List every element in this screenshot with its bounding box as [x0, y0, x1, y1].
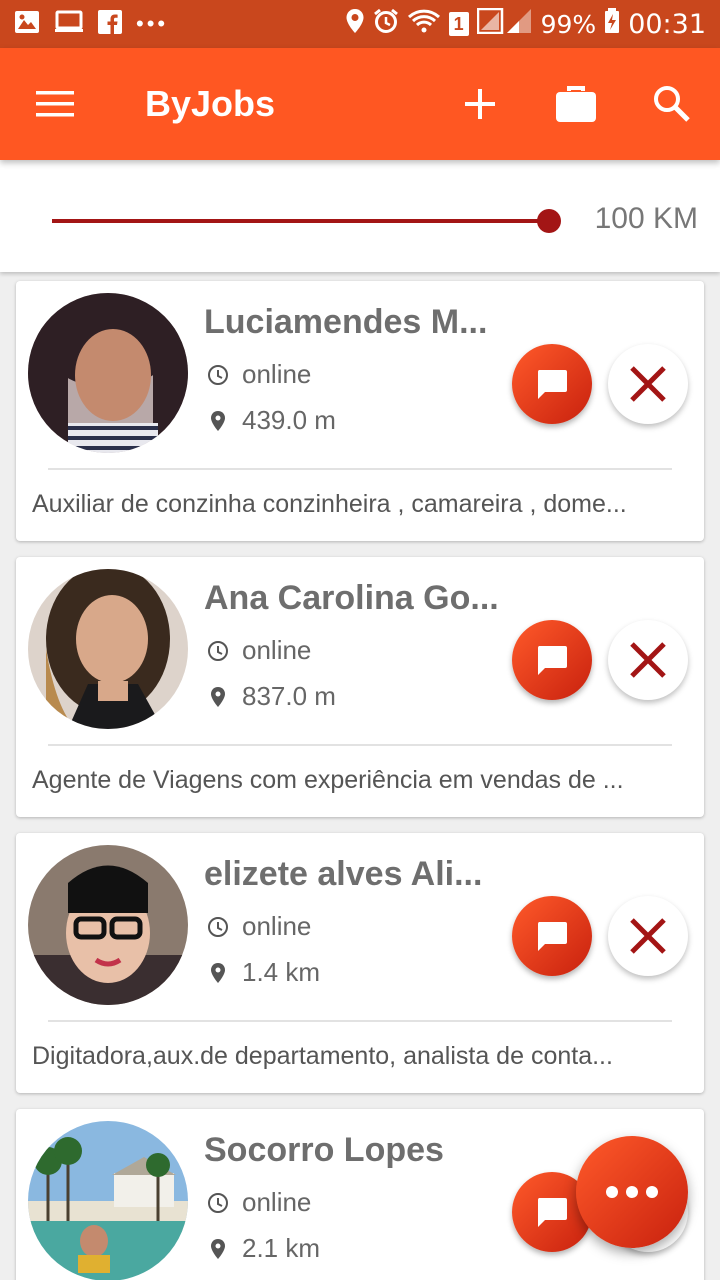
- status-text: online: [242, 359, 312, 389]
- add-button[interactable]: [432, 48, 528, 160]
- map-pin-icon: [204, 1235, 232, 1263]
- avatar: [28, 845, 188, 1005]
- distance-row: 837.0 m: [204, 681, 336, 712]
- avatar: [28, 569, 188, 729]
- candidate-name: Luciamendes M...: [204, 303, 488, 341]
- distance-slider-track[interactable]: [52, 219, 548, 223]
- chat-icon: [537, 370, 567, 399]
- distance-text: 439.0 m: [242, 405, 336, 435]
- menu-icon: [36, 91, 74, 117]
- chat-button[interactable]: [512, 344, 592, 424]
- facebook-icon: [98, 9, 122, 39]
- status-row: online: [204, 911, 311, 942]
- clock-icon: [204, 637, 232, 665]
- battery-charging-icon: [604, 7, 620, 41]
- cast-icon: [54, 10, 84, 39]
- add-icon: [465, 89, 495, 119]
- status-bar: ••• 1 99% 00:31: [0, 0, 720, 48]
- clock-icon: [204, 361, 232, 389]
- distance-row: 2.1 km: [204, 1233, 320, 1264]
- chat-icon: [537, 646, 567, 675]
- search-icon: [654, 86, 690, 122]
- distance-text: 837.0 m: [242, 681, 336, 711]
- distance-text: 1.4 km: [242, 957, 321, 987]
- briefcase-icon: [556, 86, 596, 122]
- chat-button[interactable]: [512, 620, 592, 700]
- candidate-description: Digitadora,aux.de departamento, analista…: [32, 1042, 613, 1070]
- remove-button[interactable]: [608, 620, 688, 700]
- sim-badge: 1: [448, 12, 469, 36]
- chat-button[interactable]: [512, 896, 592, 976]
- candidate-card[interactable]: Luciamendes M... online 439.0 m Auxiliar…: [16, 281, 704, 541]
- avatar: [28, 293, 188, 453]
- candidate-name: Ana Carolina Go...: [204, 579, 499, 617]
- candidate-description: Auxiliar de conzinha conzinheira , camar…: [32, 490, 627, 518]
- more-icon: [602, 1186, 662, 1198]
- status-text: online: [242, 635, 312, 665]
- divider: [48, 468, 672, 470]
- close-icon: [630, 642, 666, 678]
- clock-icon: [204, 1189, 232, 1217]
- distance-slider-thumb[interactable]: [537, 209, 561, 233]
- status-row: online: [204, 635, 311, 666]
- chat-icon: [537, 922, 567, 951]
- distance-value-label: 100 KM: [594, 202, 698, 235]
- clock-icon: [204, 913, 232, 941]
- candidate-card[interactable]: elizete alves Ali... online 1.4 km Digit…: [16, 833, 704, 1093]
- candidate-name: Socorro Lopes: [204, 1131, 444, 1169]
- app-title: ByJobs: [145, 83, 276, 124]
- status-text: online: [242, 1187, 312, 1217]
- signal-icon: [476, 7, 533, 41]
- status-text: online: [242, 911, 312, 941]
- distance-row: 439.0 m: [204, 405, 336, 436]
- status-row: online: [204, 1187, 311, 1218]
- gallery-icon: [14, 10, 40, 39]
- divider: [48, 1020, 672, 1022]
- more-notifications-icon: •••: [136, 11, 169, 36]
- alarm-icon: [373, 8, 399, 41]
- search-button[interactable]: [624, 48, 720, 160]
- distance-filter-panel: 100 KM: [0, 160, 720, 272]
- chat-icon: [537, 1198, 567, 1227]
- distance-row: 1.4 km: [204, 957, 320, 988]
- map-pin-icon: [204, 959, 232, 987]
- map-pin-icon: [204, 683, 232, 711]
- battery-percent: 99%: [540, 9, 597, 39]
- map-pin-icon: [204, 407, 232, 435]
- close-icon: [630, 918, 666, 954]
- clock: 00:31: [628, 8, 706, 40]
- location-icon: [345, 8, 365, 41]
- jobs-button[interactable]: [528, 48, 624, 160]
- remove-button[interactable]: [608, 344, 688, 424]
- wifi-icon: [407, 8, 441, 41]
- close-icon: [630, 366, 666, 402]
- menu-button[interactable]: [0, 48, 112, 160]
- distance-text: 2.1 km: [242, 1233, 321, 1263]
- app-bar: ByJobs: [0, 48, 720, 160]
- candidate-description: Agente de Viagens com experiência em ven…: [32, 766, 624, 794]
- candidate-name: elizete alves Ali...: [204, 855, 483, 893]
- status-row: online: [204, 359, 311, 390]
- more-options-fab[interactable]: [576, 1136, 688, 1248]
- remove-button[interactable]: [608, 896, 688, 976]
- avatar: [28, 1121, 188, 1280]
- divider: [48, 744, 672, 746]
- candidate-card[interactable]: Ana Carolina Go... online 837.0 m Agente…: [16, 557, 704, 817]
